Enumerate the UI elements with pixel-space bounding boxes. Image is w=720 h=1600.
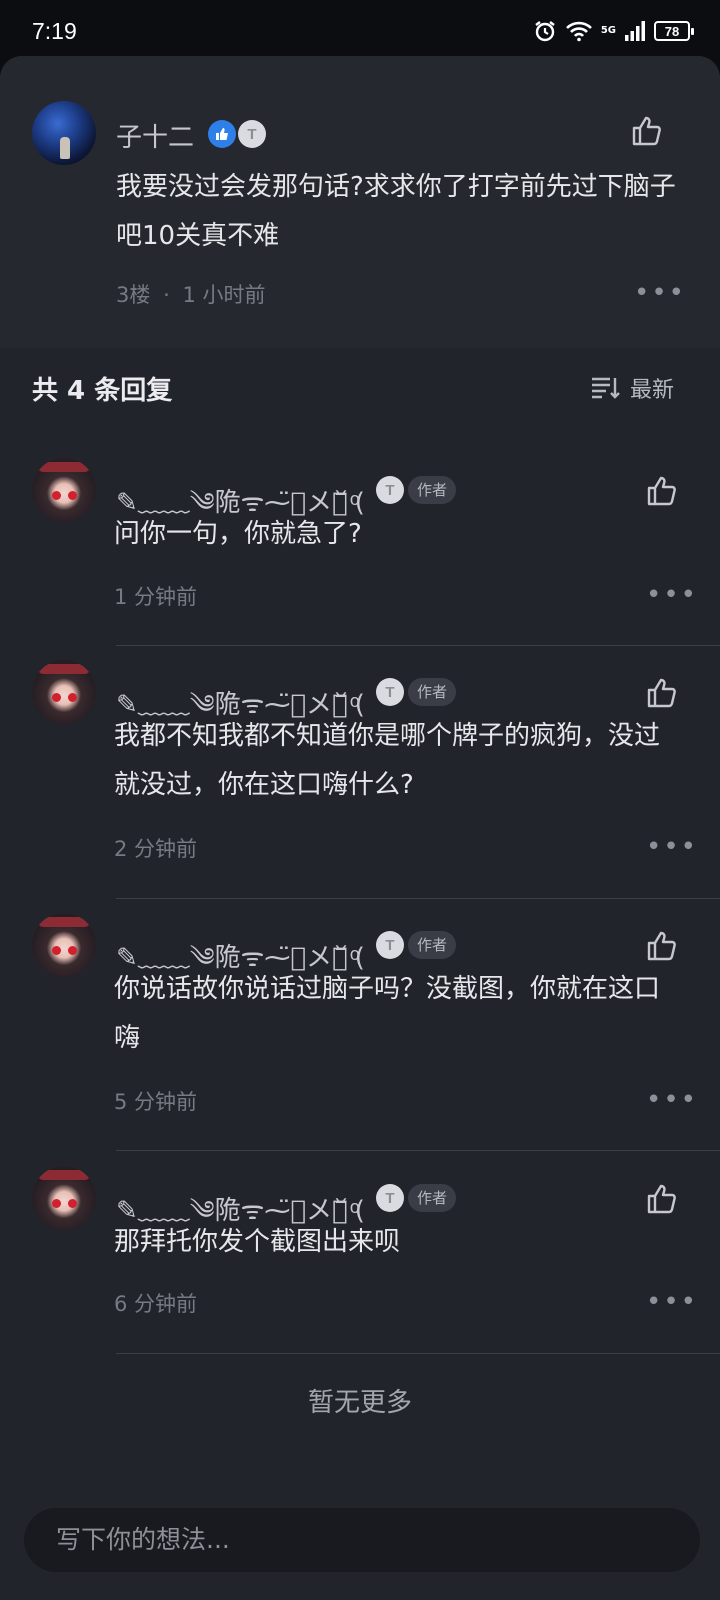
divider [116, 1353, 720, 1354]
more-options-icon[interactable]: ••• [646, 1087, 698, 1113]
comment-text: 我要没过会发那句话?求求你了打字前先过下脑子吧10关真不难 [116, 172, 676, 251]
floor-number: 3楼 [116, 283, 151, 307]
avatar[interactable] [32, 1166, 96, 1230]
status-time: 7:19 [32, 18, 77, 44]
avatar[interactable] [32, 101, 96, 165]
level-badge: T [376, 931, 404, 959]
level-badge: T [376, 476, 404, 504]
verified-thumb-icon [208, 120, 236, 148]
reply-text: 我都不知我都不知道你是哪个牌子的疯狗，没过就没过，你在这口嗨什么? [114, 721, 661, 800]
more-options-icon[interactable]: ••• [646, 582, 698, 608]
like-icon[interactable] [645, 1182, 679, 1216]
reply-time: 1 分钟前 [114, 585, 198, 609]
wifi-icon [565, 21, 592, 42]
level-badge: T [238, 120, 266, 148]
username[interactable]: 子十二 [116, 117, 194, 154]
sort-label: 最新 [629, 378, 674, 403]
like-icon[interactable] [630, 114, 664, 148]
like-icon[interactable] [645, 676, 679, 710]
signal-icon [625, 21, 645, 41]
sort-button[interactable]: 最新 [590, 372, 674, 404]
author-tag: 作者 [408, 1184, 457, 1212]
divider [116, 1150, 720, 1151]
more-options-icon[interactable]: ••• [646, 1289, 698, 1315]
like-icon[interactable] [645, 929, 679, 963]
author-tag: 作者 [408, 476, 457, 504]
reply-time: 6 分钟前 [114, 1292, 198, 1316]
battery-indicator: 78 [654, 21, 694, 41]
status-icons: 5G 78 [533, 18, 694, 44]
like-icon[interactable] [645, 474, 679, 508]
comment-time: 1 小时前 [182, 283, 266, 307]
avatar[interactable] [32, 660, 96, 724]
avatar[interactable] [32, 913, 96, 977]
alarm-icon [535, 21, 555, 42]
reply-text: 那拜托你发个截图出来呗 [114, 1227, 401, 1257]
sort-icon [591, 377, 620, 399]
author-tag: 作者 [408, 931, 457, 959]
more-options-icon[interactable]: ••• [634, 280, 686, 306]
network-type: 5G [600, 25, 616, 36]
avatar[interactable] [32, 458, 96, 522]
reply-text: 问你一句，你就急了? [114, 519, 362, 549]
author-tag: 作者 [408, 678, 457, 706]
more-options-icon[interactable]: ••• [646, 834, 698, 860]
status-bar: 7:19 5G 78 [0, 0, 720, 58]
meta-separator: · [163, 283, 170, 307]
comment-input[interactable]: 写下你的想法... [24, 1508, 700, 1572]
no-more-text: 暂无更多 [307, 1388, 412, 1418]
divider [116, 645, 720, 646]
replies-count-title: 共 4 条回复 [32, 376, 173, 406]
level-badge: T [376, 1184, 404, 1212]
reply-time: 5 分钟前 [114, 1090, 198, 1114]
main-comment: 子十二 T 我要没过会发那句话?求求你了打字前先过下脑子吧10关真不难 3楼 ·… [0, 56, 720, 348]
comment-meta: 3楼 · 1 小时前 [116, 279, 265, 309]
reply-text: 你说话故你说话过脑子吗？没截图，你就在这口嗨 [114, 974, 661, 1053]
divider [116, 898, 720, 899]
reply-time: 2 分钟前 [114, 837, 198, 861]
level-badge: T [376, 678, 404, 706]
comment-sheet: 子十二 T 我要没过会发那句话?求求你了打字前先过下脑子吧10关真不难 3楼 ·… [0, 56, 720, 1600]
